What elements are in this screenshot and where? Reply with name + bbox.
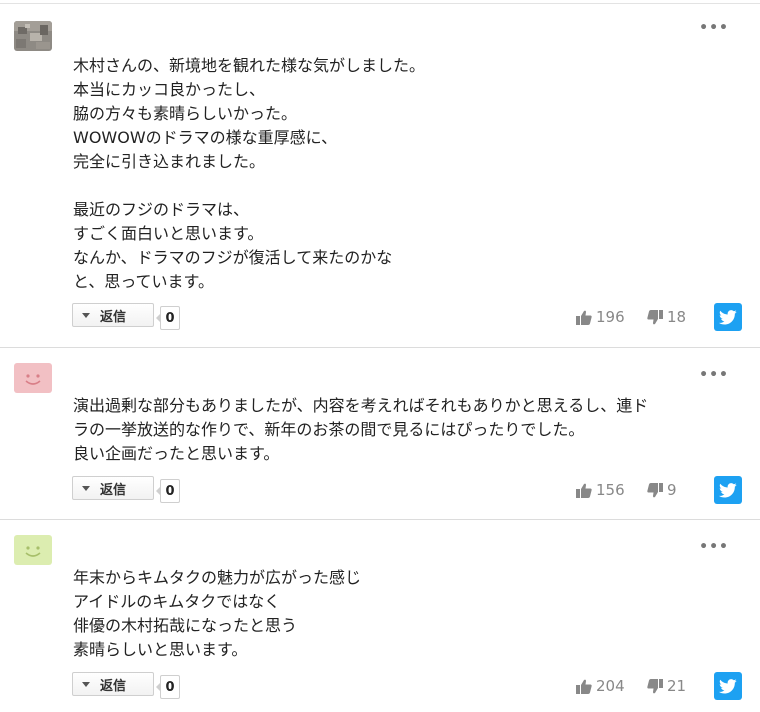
thumbs-up-icon — [576, 679, 592, 694]
comment-line: 本当にカッコ良かったし、 — [73, 80, 266, 99]
caret-down-icon — [82, 485, 90, 491]
like-count: 204 — [596, 677, 625, 695]
like-button[interactable]: 156 — [576, 479, 625, 501]
comment-actions: 返信 0 204 21 — [72, 672, 742, 702]
avatar[interactable] — [14, 21, 52, 51]
comment-1: ••• 木村さんの、新境地を観れた様な気がしました。 本当にカッコ良かったし、 … — [0, 0, 760, 348]
comment-text: 木村さんの、新境地を観れた様な気がしました。 本当にカッコ良かったし、 脇の方々… — [73, 54, 743, 294]
thumbs-down-icon — [647, 309, 663, 324]
comment-line: すごく面白いと思います。 — [73, 224, 264, 243]
reply-count: 0 — [156, 675, 180, 699]
comment-line: ラの一挙放送的な作りで、新年のお茶の間で見るにはぴったりでした。 — [73, 420, 585, 439]
comment-line: 年末からキムタクの魅力が広がった感じ — [73, 568, 362, 587]
comment-line: 木村さんの、新境地を観れた様な気がしました。 — [73, 56, 426, 75]
comment-line: WOWOWのドラマの様な重厚感に、 — [73, 128, 338, 147]
dislike-button[interactable]: 18 — [647, 306, 686, 328]
avatar[interactable] — [14, 363, 52, 393]
twitter-share-button[interactable] — [714, 672, 742, 700]
like-button[interactable]: 196 — [576, 306, 625, 328]
twitter-icon — [719, 309, 737, 324]
dislike-button[interactable]: 9 — [647, 479, 677, 501]
twitter-icon — [719, 482, 737, 497]
comment-line: 完全に引き込まれました。 — [73, 152, 266, 171]
comment-2: ••• 演出過剰な部分もありましたが、内容を考えればそれもありかと思えるし、連ド… — [0, 348, 760, 520]
twitter-share-button[interactable] — [714, 476, 742, 504]
dislike-count: 18 — [667, 308, 687, 326]
caret-down-icon — [82, 681, 90, 687]
comment-actions: 返信 0 156 9 — [72, 476, 742, 506]
reply-label: 返信 — [100, 309, 127, 325]
reply-button[interactable]: 返信 — [72, 672, 154, 696]
comment-line: 演出過剰な部分もありましたが、内容を考えればそれもありかと思えるし、連ド — [73, 396, 649, 415]
thumbs-up-icon — [576, 483, 592, 498]
comment-line: 最近のフジのドラマは、 — [73, 200, 250, 219]
comment-line: 俳優の木村拓哉になったと思う — [73, 616, 298, 635]
reply-label: 返信 — [100, 482, 127, 498]
more-options-icon[interactable]: ••• — [699, 540, 729, 554]
comment-line: と、思っています。 — [73, 272, 214, 291]
avatar[interactable] — [14, 535, 52, 565]
dislike-count: 21 — [667, 677, 687, 695]
comment-line — [73, 174, 743, 198]
reply-count: 0 — [156, 479, 180, 503]
like-count: 156 — [596, 481, 625, 499]
dislike-count: 9 — [667, 481, 677, 499]
reply-button[interactable]: 返信 — [72, 303, 154, 327]
comment-line: 良い企画だったと思います。 — [73, 444, 280, 463]
comment-line: アイドルのキムタクではなく — [73, 592, 281, 611]
comment-actions: 返信 0 196 18 — [72, 303, 742, 333]
thumbs-up-icon — [576, 310, 592, 325]
comment-3: ••• 年末からキムタクの魅力が広がった感じ アイドルのキムタクではなく 俳優の… — [0, 520, 760, 712]
comment-line: 素晴らしいと思います。 — [73, 640, 248, 659]
caret-down-icon — [82, 312, 90, 318]
dislike-button[interactable]: 21 — [647, 675, 686, 697]
comment-line: なんか、ドラマのフジが復活して来たのかな — [73, 248, 393, 267]
more-options-icon[interactable]: ••• — [699, 21, 729, 35]
twitter-icon — [719, 678, 737, 693]
like-count: 196 — [596, 308, 625, 326]
comment-line: 脇の方々も素晴らしいかった。 — [73, 104, 298, 123]
thumbs-down-icon — [647, 482, 663, 497]
thumbs-down-icon — [647, 678, 663, 693]
more-options-icon[interactable]: ••• — [699, 368, 729, 382]
reply-count: 0 — [156, 306, 180, 330]
like-button[interactable]: 204 — [576, 675, 625, 697]
reply-button[interactable]: 返信 — [72, 476, 154, 500]
comment-text: 年末からキムタクの魅力が広がった感じ アイドルのキムタクではなく 俳優の木村拓哉… — [73, 566, 743, 662]
reply-label: 返信 — [100, 678, 127, 694]
comment-text: 演出過剰な部分もありましたが、内容を考えればそれもありかと思えるし、連ド ラの一… — [73, 394, 743, 466]
twitter-share-button[interactable] — [714, 303, 742, 331]
